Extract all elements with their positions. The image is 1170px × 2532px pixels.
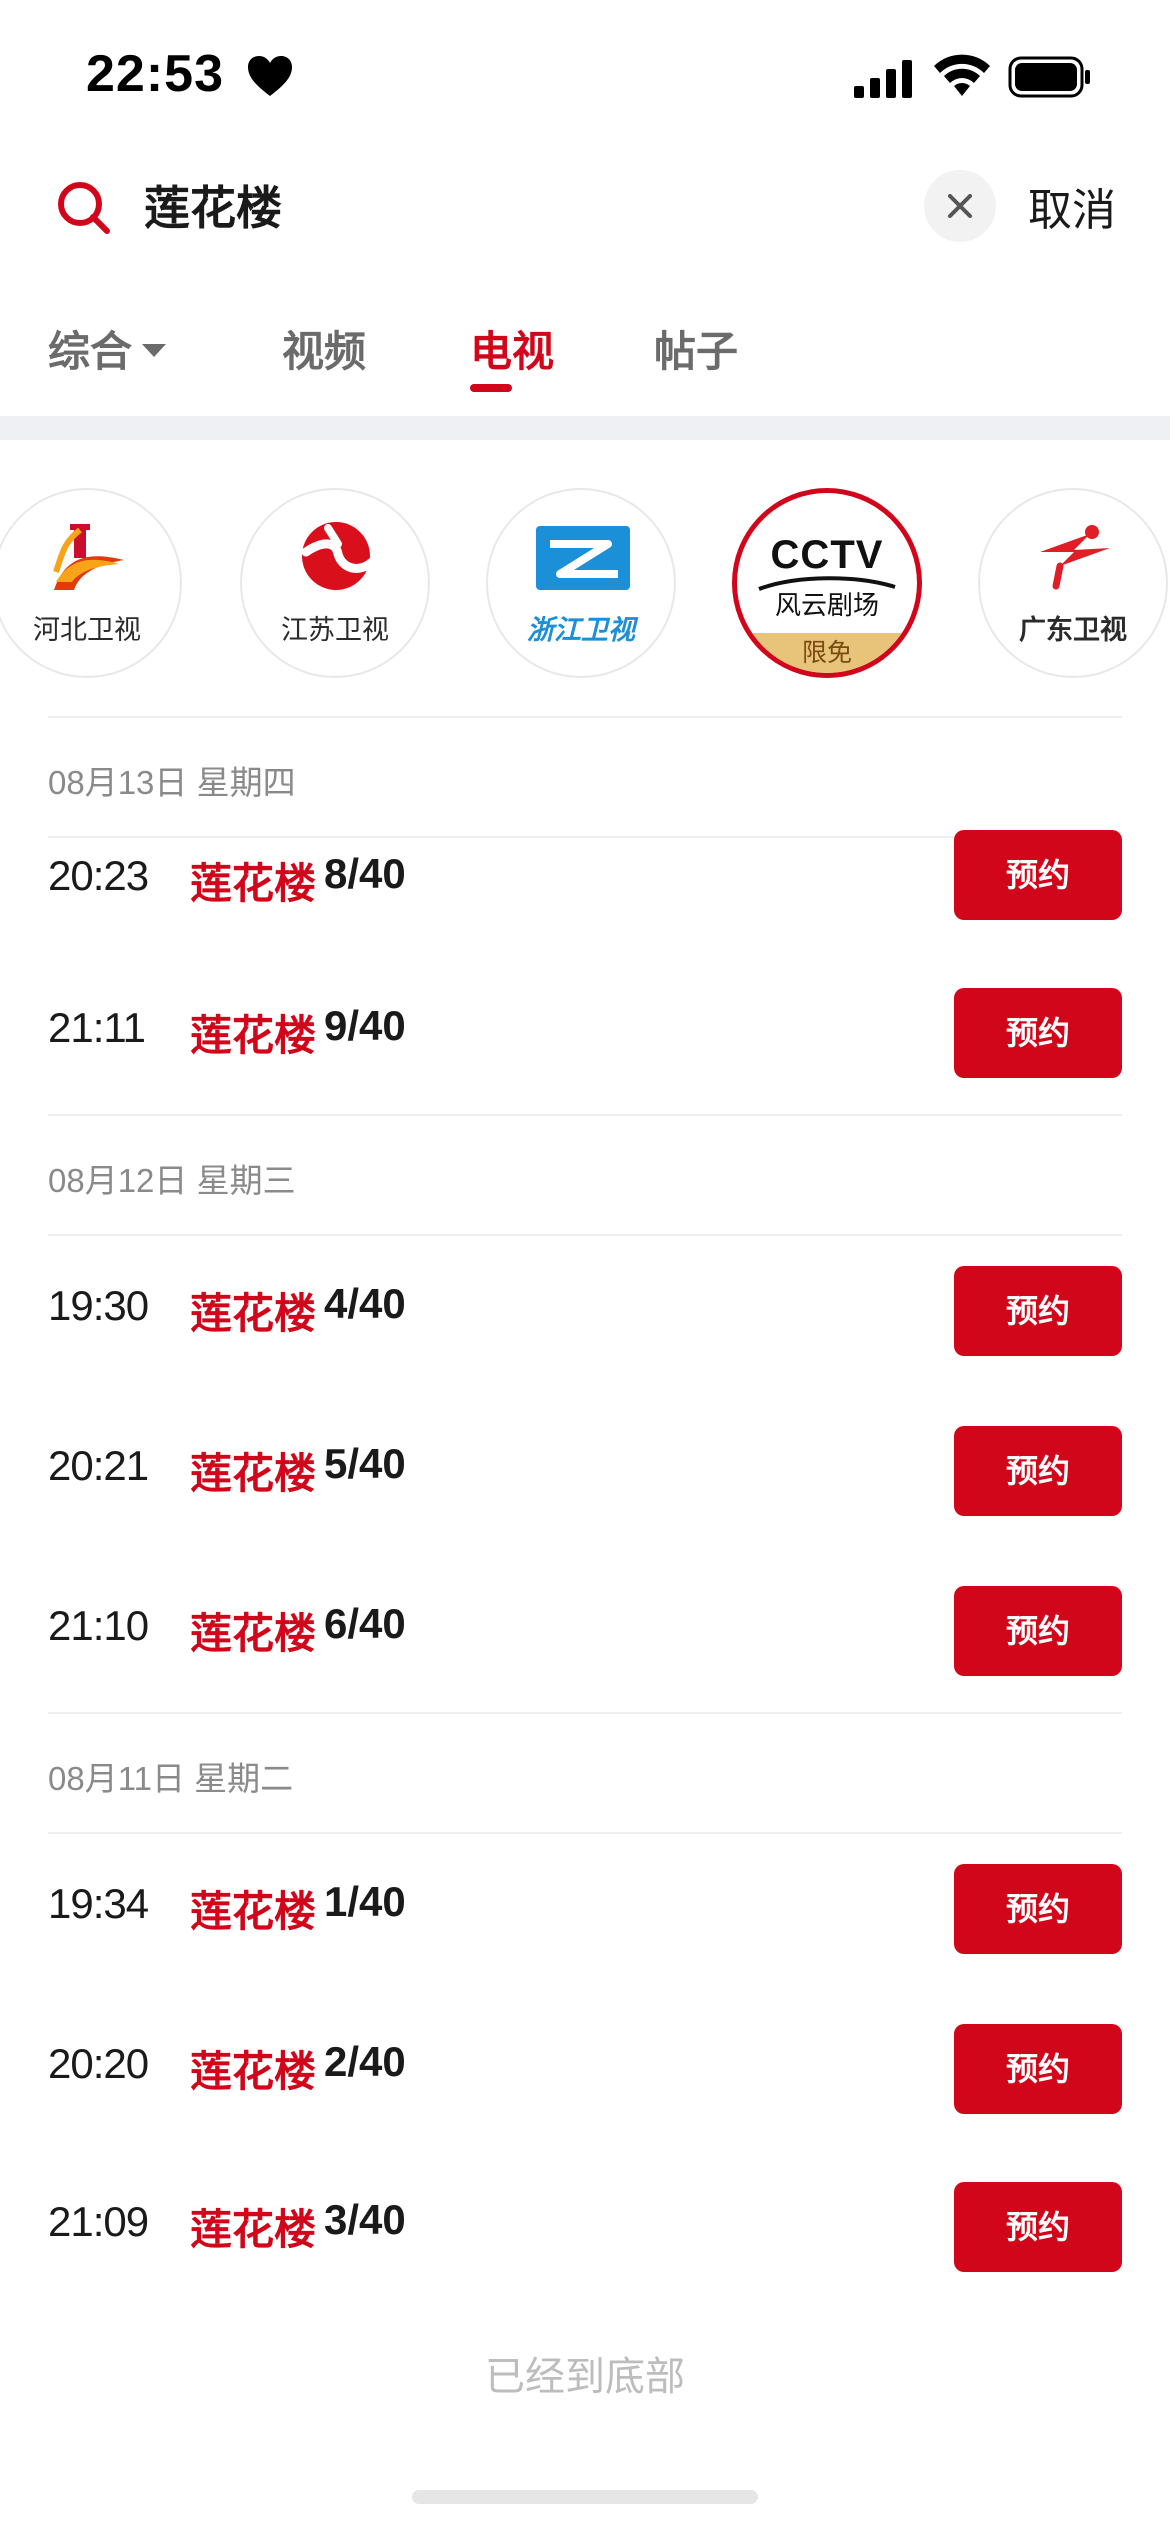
schedule-row: 20:23 莲花楼 8/40 预约	[0, 830, 1170, 924]
tab-tv[interactable]: 电视	[470, 318, 554, 379]
row-time: 21:09	[48, 2198, 149, 2245]
wifi-icon	[934, 54, 990, 96]
row-time: 20:20	[48, 2040, 149, 2087]
hebei-logo-icon	[53, 524, 124, 590]
channel-zhejiang[interactable]: 浙江卫视	[486, 488, 676, 678]
row-time: 20:23	[48, 852, 149, 899]
schedule-row: 19:30 莲花楼 4/40 预约	[0, 1266, 1170, 1358]
row-title: 莲花楼	[190, 2047, 317, 2096]
clear-button[interactable]	[924, 170, 996, 242]
date-header: 08月13日 星期四	[48, 764, 296, 801]
schedule-row: 20:20 莲花楼 2/40 预约	[0, 2024, 1170, 2116]
divider	[48, 1234, 1122, 1236]
channel-name: 广东卫视	[1019, 615, 1127, 646]
reserve-button[interactable]: 预约	[954, 1586, 1122, 1676]
active-tab-indicator	[470, 384, 512, 392]
channel-subname: 风云剧场	[774, 591, 879, 621]
row-episode: 6/40	[324, 1600, 406, 1647]
row-time: 20:21	[48, 1442, 149, 1489]
channel-list: 河北卫视 江苏卫视 浙江卫视 CCTV 风云剧场 限免 广东卫视	[0, 488, 1170, 678]
tab-label: 电视	[470, 327, 555, 376]
row-episode: 3/40	[324, 2196, 406, 2243]
row-episode: 5/40	[324, 1440, 406, 1487]
row-title: 莲花楼	[190, 1887, 317, 1936]
section-divider	[0, 416, 1170, 440]
home-indicator	[412, 2490, 758, 2504]
row-episode: 1/40	[324, 1878, 406, 1925]
divider	[48, 1832, 1122, 1834]
row-title: 莲花楼	[190, 859, 317, 908]
divider	[48, 1114, 1122, 1116]
row-episode: 9/40	[324, 1002, 406, 1049]
search-bar: 莲花楼 取消	[0, 160, 1170, 250]
row-episode: 2/40	[324, 2038, 406, 2085]
row-time: 21:10	[48, 1602, 149, 1649]
guangdong-logo-icon	[1040, 525, 1110, 590]
channel-cctv-fengyun[interactable]: CCTV 风云剧场 限免	[732, 488, 922, 678]
status-time: 22:53	[86, 45, 224, 103]
row-time: 21:11	[48, 1004, 146, 1051]
row-episode: 8/40	[324, 850, 406, 897]
divider	[48, 1712, 1122, 1714]
tab-label: 综合	[48, 327, 133, 376]
reserve-button[interactable]: 预约	[954, 2182, 1122, 2272]
chevron-down-icon	[142, 344, 167, 357]
row-title: 莲花楼	[190, 1449, 317, 1498]
reserve-button[interactable]: 预约	[954, 830, 1122, 920]
reserve-button[interactable]: 预约	[954, 2024, 1122, 2114]
close-icon	[948, 194, 972, 218]
date-header: 08月11日 星期二	[48, 1760, 294, 1797]
channel-jiangsu[interactable]: 江苏卫视	[240, 488, 430, 678]
reserve-button[interactable]: 预约	[954, 1266, 1122, 1356]
tab-bar: 综合 视频 电视 帖子	[0, 318, 1170, 408]
row-title: 莲花楼	[190, 1609, 317, 1658]
schedule-row: 20:21 莲花楼 5/40 预约	[0, 1426, 1170, 1518]
channel-name: 浙江卫视	[527, 615, 635, 646]
channel-hebei[interactable]: 河北卫视	[0, 488, 182, 678]
schedule-row: 19:34 莲花楼 1/40 预约	[0, 1864, 1170, 1956]
divider	[48, 716, 1122, 718]
reserve-button[interactable]: 预约	[954, 1864, 1122, 1954]
zhejiang-logo-icon	[536, 526, 630, 590]
row-episode: 4/40	[324, 1280, 406, 1327]
tab-comprehensive[interactable]: 综合	[48, 318, 167, 379]
search-icon	[58, 182, 110, 234]
date-header: 08月12日 星期三	[48, 1162, 296, 1199]
search-input[interactable]: 莲花楼	[144, 172, 282, 238]
row-time: 19:34	[48, 1880, 149, 1927]
reserve-button[interactable]: 预约	[954, 988, 1122, 1078]
free-badge: 限免	[737, 633, 917, 673]
schedule-row: 21:09 莲花楼 3/40 预约	[0, 2182, 1170, 2274]
battery-icon	[1008, 56, 1090, 98]
tab-label: 帖子	[654, 327, 739, 376]
row-title: 莲花楼	[190, 2205, 317, 2254]
tab-posts[interactable]: 帖子	[654, 318, 738, 379]
schedule-row: 21:10 莲花楼 6/40 预约	[0, 1586, 1170, 1678]
schedule-row: 21:11 莲花楼 9/40 预约	[0, 988, 1170, 1080]
channel-guangdong[interactable]: 广东卫视	[978, 488, 1168, 678]
channel-name: 江苏卫视	[281, 615, 389, 646]
jiangsu-logo-icon	[301, 522, 377, 590]
row-title: 莲花楼	[190, 1011, 317, 1060]
tab-video[interactable]: 视频	[282, 318, 366, 379]
channel-name: 河北卫视	[33, 615, 141, 646]
heart-icon	[248, 56, 292, 96]
tab-label: 视频	[282, 327, 367, 376]
channel-name: CCTV	[770, 533, 884, 577]
reserve-button[interactable]: 预约	[954, 1426, 1122, 1516]
status-bar: 22:53	[0, 0, 1170, 150]
row-title: 莲花楼	[190, 1289, 317, 1338]
cancel-button[interactable]: 取消	[1028, 174, 1116, 238]
row-time: 19:30	[48, 1282, 149, 1329]
signal-icon	[854, 60, 912, 98]
end-of-list-text: 已经到底部	[485, 2354, 685, 2400]
